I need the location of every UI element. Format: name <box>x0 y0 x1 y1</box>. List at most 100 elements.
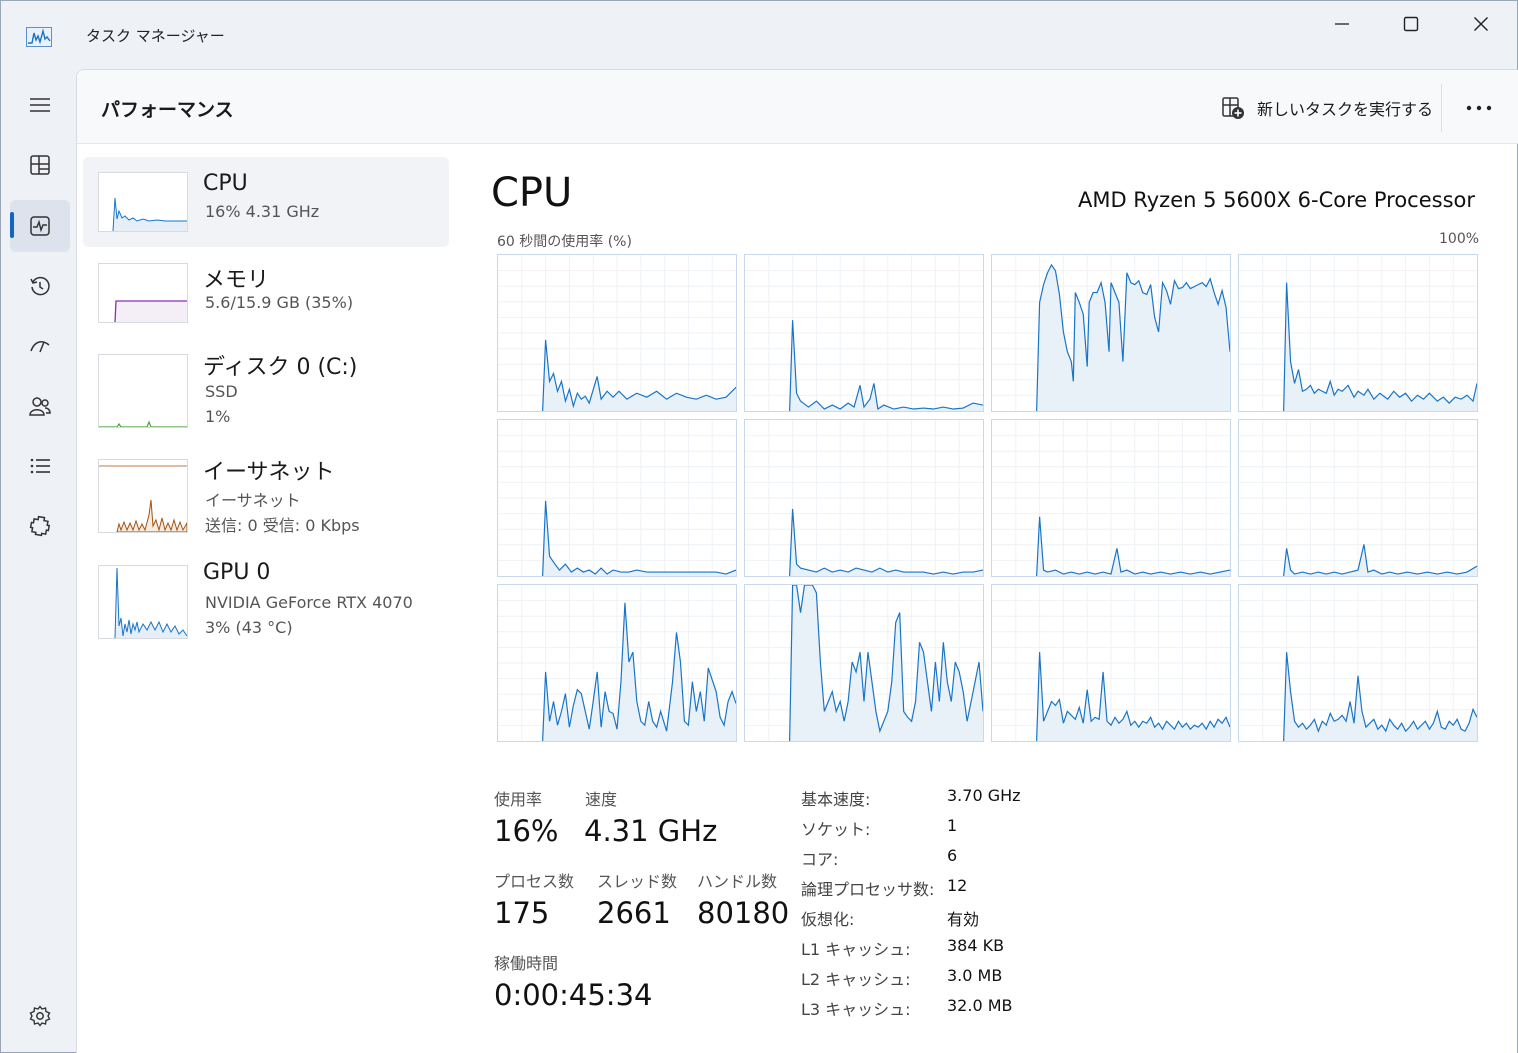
device-line1: SSD <box>205 382 238 401</box>
speed-label: 速度 <box>585 790 618 809</box>
detail-title: CPU <box>491 170 573 216</box>
app-history-icon <box>30 276 50 296</box>
nav-active-indicator <box>10 212 14 238</box>
handles-value: 80180 <box>697 896 790 930</box>
more-options-button[interactable] <box>1461 92 1497 124</box>
graph-max-label: 100% <box>1439 231 1480 247</box>
info-value: 32.0 MB <box>947 996 1013 1015</box>
graph-caption: 60 秒間の使用率 (%) <box>497 234 632 250</box>
ethernet-thumbnail-graph <box>98 459 188 533</box>
device-line1: NVIDIA GeForce RTX 4070 <box>205 593 413 612</box>
device-name: ディスク 0 (C:) <box>203 355 358 380</box>
more-options-icon <box>1466 105 1492 111</box>
cpu-model-name: AMD Ryzen 5 5600X 6-Core Processor <box>1077 188 1475 212</box>
task-manager-app-icon <box>26 27 52 47</box>
nav-details[interactable] <box>10 440 70 492</box>
logical-processor-graph <box>1238 419 1478 577</box>
info-label: 基本速度: <box>801 790 871 809</box>
logical-processor-graph <box>1238 254 1478 412</box>
processes-icon <box>30 155 50 175</box>
usage-label: 使用率 <box>494 790 543 809</box>
main-panel: パフォーマンス 新しいタスクを実行する CPU 16% 4.31 GHz メモリ… <box>76 69 1518 1053</box>
threads-label: スレッド数 <box>597 872 678 891</box>
device-line2: 3% (43 °C) <box>205 618 293 637</box>
logical-processor-graphs <box>497 254 1479 745</box>
settings-gear-icon <box>29 1005 51 1027</box>
logical-processor-graph <box>497 254 737 412</box>
info-label: コア: <box>801 850 839 869</box>
logical-processor-graph <box>744 419 984 577</box>
header-divider <box>1441 84 1442 132</box>
info-value: 有効 <box>947 910 980 929</box>
memory-thumbnail-graph <box>98 263 188 323</box>
hamburger-menu-button[interactable] <box>10 79 70 131</box>
device-name: イーサネット <box>203 460 335 485</box>
info-value: 3.70 GHz <box>947 786 1021 805</box>
users-icon <box>29 397 51 416</box>
nav-performance[interactable] <box>10 200 70 252</box>
uptime-label: 稼働時間 <box>494 954 559 973</box>
hamburger-menu-icon <box>30 98 50 112</box>
logical-processor-graph <box>744 584 984 742</box>
handles-label: ハンドル数 <box>697 872 778 891</box>
info-value: 3.0 MB <box>947 966 1003 985</box>
minimize-icon <box>1335 23 1349 25</box>
uptime-value: 0:00:45:34 <box>494 978 653 1012</box>
processes-label: プロセス数 <box>494 872 575 891</box>
device-item-memory[interactable]: メモリ 5.6/15.9 GB (35%) <box>83 248 449 338</box>
logical-processor-graph <box>991 254 1231 412</box>
run-new-task-label: 新しいタスクを実行する <box>1257 100 1434 119</box>
logical-processor-graph <box>497 419 737 577</box>
info-label: L2 キャッシュ: <box>801 970 911 989</box>
panel-header: パフォーマンス 新しいタスクを実行する <box>77 70 1518 144</box>
disk-thumbnail-graph <box>98 354 188 428</box>
minimize-button[interactable] <box>1319 9 1365 39</box>
logical-processor-graph <box>1238 584 1478 742</box>
run-new-task-button[interactable]: 新しいタスクを実行する <box>1213 90 1441 126</box>
title-bar: タスク マネージャー <box>1 1 1517 69</box>
logical-processor-graph <box>991 584 1231 742</box>
logical-processor-graph <box>991 419 1231 577</box>
speed-value: 4.31 GHz <box>584 814 718 848</box>
logical-processor-graph <box>497 584 737 742</box>
device-line2: 1% <box>205 407 231 426</box>
info-value: 6 <box>947 846 958 865</box>
nav-startup-apps[interactable] <box>10 320 70 372</box>
processes-value: 175 <box>494 896 550 930</box>
nav-users[interactable] <box>10 380 70 432</box>
maximize-button[interactable] <box>1388 9 1434 39</box>
nav-app-history[interactable] <box>10 260 70 312</box>
device-item-ethernet[interactable]: イーサネット イーサネット 送信: 0 受信: 0 Kbps <box>83 445 449 543</box>
info-value: 384 KB <box>947 936 1005 955</box>
info-value: 1 <box>947 816 958 835</box>
services-icon <box>29 515 51 537</box>
info-value: 12 <box>947 876 968 895</box>
info-label: 論理プロセッサ数: <box>801 880 935 899</box>
info-label: ソケット: <box>801 820 871 839</box>
threads-value: 2661 <box>597 896 671 930</box>
device-line1: 5.6/15.9 GB (35%) <box>205 293 354 312</box>
cpu-thumbnail-graph <box>98 172 188 232</box>
info-label: L3 キャッシュ: <box>801 1000 911 1019</box>
nav-services[interactable] <box>10 500 70 552</box>
close-button[interactable] <box>1458 9 1504 39</box>
device-line1: イーサネット <box>205 491 301 510</box>
task-manager-window: タスク マネージャー パフォーマンス 新しいタスクを実行する CPU 16% 4… <box>0 0 1518 1053</box>
device-line2: 送信: 0 受信: 0 Kbps <box>205 516 360 535</box>
device-item-cpu[interactable]: CPU 16% 4.31 GHz <box>83 157 449 247</box>
nav-processes[interactable] <box>10 139 70 191</box>
gpu-thumbnail-graph <box>98 565 188 639</box>
maximize-icon <box>1403 16 1419 32</box>
device-item-disk[interactable]: ディスク 0 (C:) SSD 1% <box>83 340 449 438</box>
device-line1: 16% 4.31 GHz <box>205 202 320 221</box>
logical-processor-graph <box>744 254 984 412</box>
startup-apps-icon <box>30 341 50 353</box>
device-item-gpu[interactable]: GPU 0 NVIDIA GeForce RTX 4070 3% (43 °C) <box>83 551 449 649</box>
settings-button[interactable] <box>10 990 70 1042</box>
usage-value: 16% <box>494 814 559 848</box>
device-name: CPU <box>203 171 248 196</box>
details-icon <box>30 458 50 474</box>
device-name: GPU 0 <box>203 560 271 585</box>
window-title: タスク マネージャー <box>86 27 225 45</box>
page-title: パフォーマンス <box>101 99 234 121</box>
